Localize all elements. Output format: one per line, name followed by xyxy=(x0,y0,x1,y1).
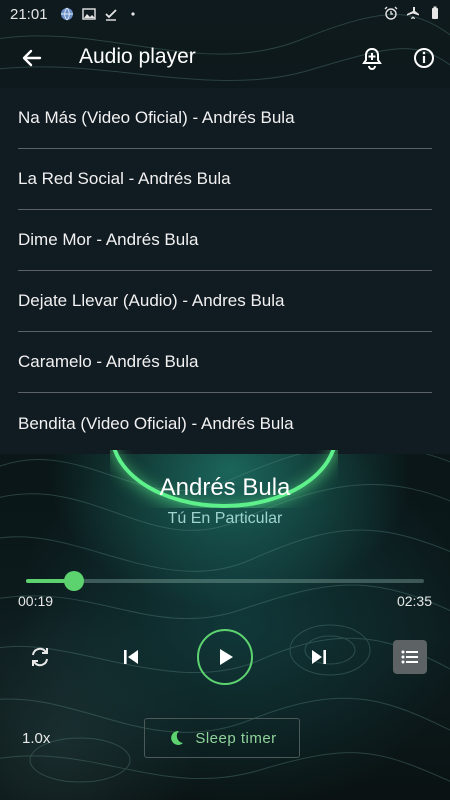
status-time: 21:01 xyxy=(10,5,48,23)
back-arrow-icon[interactable] xyxy=(18,44,46,72)
playlist-item-title: Dime Mor - Andrés Bula xyxy=(18,230,199,249)
playlist-item[interactable]: Caramelo - Andrés Bula xyxy=(18,332,432,393)
elapsed-time: 00:19 xyxy=(18,593,54,609)
seek-bar-thumb[interactable] xyxy=(63,571,84,591)
sleep-timer-label: Sleep timer xyxy=(195,729,277,747)
playlist-item[interactable]: La Red Social - Andrés Bula xyxy=(18,149,432,210)
playlist-item[interactable]: Dime Mor - Andrés Bula xyxy=(18,210,432,271)
playlist-item-title: Na Más (Video Oficial) - Andrés Bula xyxy=(18,108,295,127)
track-title: Tú En Particular xyxy=(167,510,283,527)
playlist-item[interactable]: Dejate Llevar (Audio) - Andres Bula xyxy=(18,271,432,332)
image-icon xyxy=(81,8,96,20)
repeat-button[interactable] xyxy=(28,645,52,669)
playlist-item[interactable]: Bendita (Video Oficial) - Andrés Bula xyxy=(18,393,432,454)
info-icon[interactable] xyxy=(410,44,438,72)
repeat-icon xyxy=(32,647,48,667)
check-icon xyxy=(104,9,117,21)
alarm-icon xyxy=(384,6,398,20)
app-bar: Audio player xyxy=(0,28,450,88)
battery-icon xyxy=(432,6,438,19)
playlist-item[interactable]: Na Más (Video Oficial) - Andrés Bula xyxy=(18,88,432,149)
globe-icon xyxy=(60,7,73,21)
artist-name: Andrés Bula xyxy=(159,474,291,501)
alarm-add-icon[interactable] xyxy=(358,44,386,72)
playback-speed-button[interactable]: 1.0x xyxy=(22,730,50,747)
dot-icon xyxy=(130,12,135,16)
airplane-icon xyxy=(407,7,419,19)
playlist-item-title: Dejate Llevar (Audio) - Andres Bula xyxy=(18,291,285,310)
playlist-item-title: La Red Social - Andrés Bula xyxy=(18,169,231,188)
previous-button[interactable] xyxy=(120,646,142,668)
skip-next-icon xyxy=(312,650,326,664)
playlist-panel: Na Más (Video Oficial) - Andrés Bula La … xyxy=(0,88,450,454)
play-icon xyxy=(220,649,233,665)
page-title: Audio player xyxy=(79,45,196,68)
skip-previous-icon xyxy=(124,650,138,664)
next-button[interactable] xyxy=(308,646,330,668)
playlist-item-title: Bendita (Video Oficial) - Andrés Bula xyxy=(18,413,294,433)
play-button[interactable] xyxy=(197,629,253,685)
list-icon xyxy=(401,650,418,664)
playlist-item-title: Caramelo - Andrés Bula xyxy=(18,352,199,371)
playlist-toggle-button[interactable] xyxy=(393,640,427,674)
moon-icon xyxy=(171,730,184,745)
status-bar: 21:01 xyxy=(0,0,450,28)
sleep-timer-button[interactable]: Sleep timer xyxy=(144,718,300,758)
total-duration: 02:35 xyxy=(396,593,432,609)
seek-bar[interactable] xyxy=(26,571,424,591)
